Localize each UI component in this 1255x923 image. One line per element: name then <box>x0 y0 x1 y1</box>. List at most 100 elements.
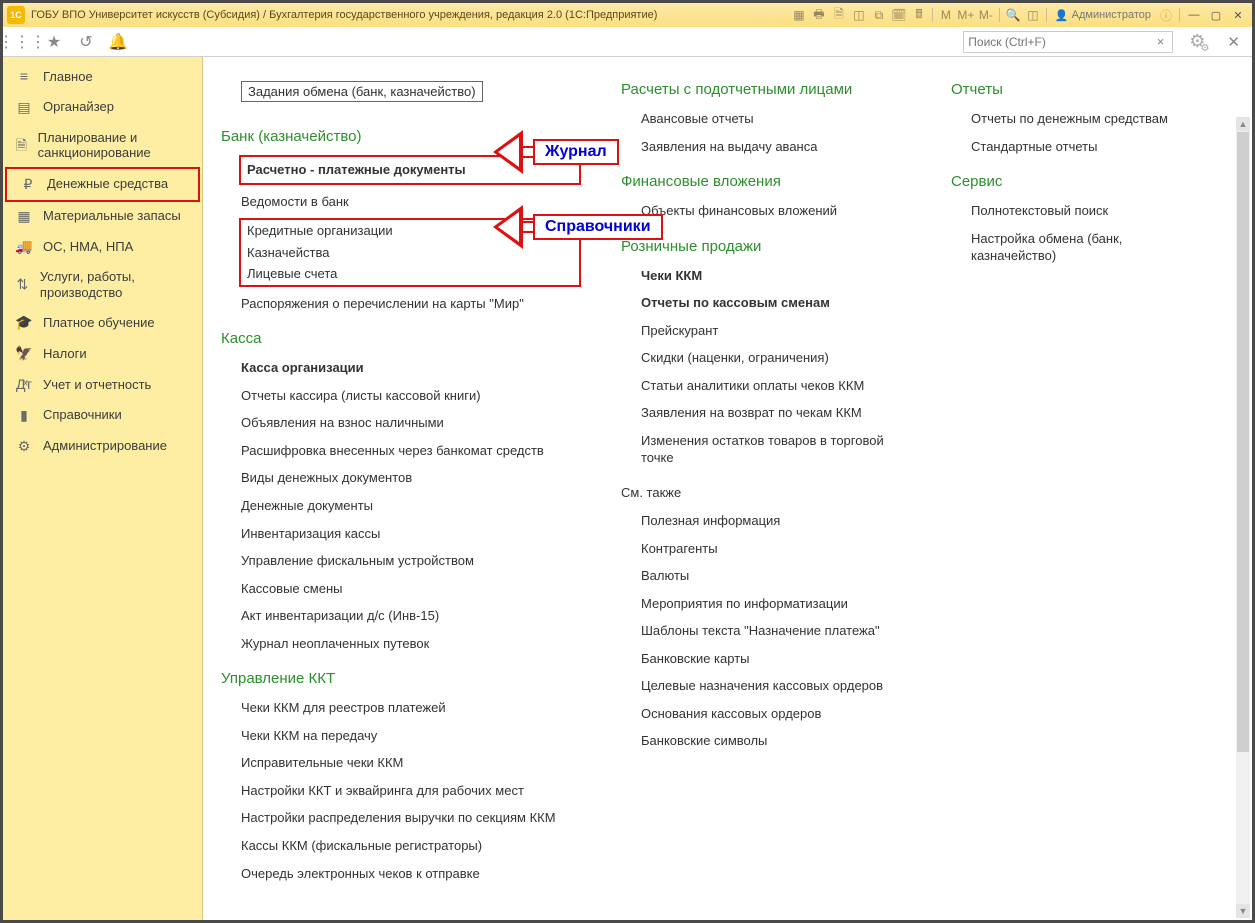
link-bank-statements[interactable]: Ведомости в банк <box>221 191 581 213</box>
zoom-icon[interactable]: 🔍 <box>1004 6 1022 24</box>
vertical-scrollbar[interactable]: ▲ ▼ <box>1236 117 1250 918</box>
link-fulltext-search[interactable]: Полнотекстовый поиск <box>951 200 1211 222</box>
link-money-doc-types[interactable]: Виды денежных документов <box>221 467 581 489</box>
sidebar-item-assets[interactable]: 🚚ОС, НМА, НПА <box>3 231 202 262</box>
link-shift-reports[interactable]: Отчеты по кассовым сменам <box>621 292 911 314</box>
doc-icon[interactable]: 🗎 <box>830 6 848 24</box>
sidebar-item-taxes[interactable]: 🦅Налоги <box>3 338 202 369</box>
section-accountable[interactable]: Расчеты с подотчетными лицами <box>621 81 911 98</box>
print-icon[interactable]: 🖶 <box>810 6 828 24</box>
user-label[interactable]: 👤Администратор <box>1051 9 1155 22</box>
search-clear-icon[interactable]: × <box>1153 34 1169 49</box>
history-icon[interactable]: ↺ <box>75 31 97 53</box>
sidebar-item-planning[interactable]: 🗎Планирование и санкционирование <box>3 123 202 168</box>
link-advance-reports[interactable]: Авансовые отчеты <box>621 108 911 130</box>
print-preview-icon[interactable]: ▦ <box>790 6 808 24</box>
sidebar-item-services[interactable]: ⇅Услуги, работы, производство <box>3 262 202 307</box>
settings-icon[interactable]: ⚙⚙ <box>1189 31 1205 52</box>
link-stock-changes[interactable]: Изменения остатков товаров в торговой то… <box>621 430 911 469</box>
link-useful-info[interactable]: Полезная информация <box>621 510 911 532</box>
link-exchange-tasks[interactable]: Задания обмена (банк, казначейство) <box>241 81 483 102</box>
link-echeck-queue[interactable]: Очередь электронных чеков к отправке <box>221 863 581 885</box>
link-kkm-correction[interactable]: Исправительные чеки ККМ <box>221 752 581 774</box>
search-input[interactable] <box>968 35 1152 49</box>
sidebar-item-accounting[interactable]: ДͯтУчет и отчетность <box>3 369 202 400</box>
link-payment-templates[interactable]: Шаблоны текста "Назначение платежа" <box>621 620 911 642</box>
scroll-down-icon[interactable]: ▼ <box>1236 904 1250 918</box>
memory-mplus-icon[interactable]: M+ <box>957 6 975 24</box>
link-bank-cards[interactable]: Банковские карты <box>621 648 911 670</box>
user-name: Администратор <box>1072 9 1151 21</box>
copy-icon[interactable]: ⧉ <box>870 6 888 24</box>
link-refund-requests[interactable]: Заявления на возврат по чекам ККМ <box>621 402 911 424</box>
link-it-events[interactable]: Мероприятия по информатизации <box>621 593 911 615</box>
link-cashier-reports[interactable]: Отчеты кассира (листы кассовой книги) <box>221 385 581 407</box>
link-bank-symbols[interactable]: Банковские символы <box>621 730 911 752</box>
link-treasuries[interactable]: Казначейства <box>245 242 575 264</box>
search-box[interactable]: × <box>963 31 1173 53</box>
section-service[interactable]: Сервис <box>951 173 1211 190</box>
sidebar-item-organizer[interactable]: ▤Органайзер <box>3 92 202 123</box>
link-unpaid-journal[interactable]: Журнал неоплаченных путевок <box>221 633 581 655</box>
scroll-track[interactable] <box>1236 753 1250 904</box>
link-fiscal-cashboxes[interactable]: Кассы ККМ (фискальные регистраторы) <box>221 835 581 857</box>
link-currencies[interactable]: Валюты <box>621 565 911 587</box>
link-cash-inventory[interactable]: Инвентаризация кассы <box>221 523 581 545</box>
link-credit-orgs[interactable]: Кредитные организации <box>245 220 575 242</box>
minimize-button[interactable]: — <box>1184 7 1204 23</box>
link-kkm-checks[interactable]: Чеки ККМ <box>621 265 911 287</box>
link-cash-order-purposes[interactable]: Целевые назначения кассовых ордеров <box>621 675 911 697</box>
link-revenue-settings[interactable]: Настройки распределения выручки по секци… <box>221 807 581 829</box>
link-discounts[interactable]: Скидки (наценки, ограничения) <box>621 347 911 369</box>
section-investments[interactable]: Финансовые вложения <box>621 173 911 190</box>
section-bank[interactable]: Банк (казначейство) <box>221 128 581 145</box>
panel-close-icon[interactable]: ✕ <box>1223 33 1244 51</box>
notifications-icon[interactable]: 🔔 <box>107 31 129 53</box>
link-cash-order-bases[interactable]: Основания кассовых ордеров <box>621 703 911 725</box>
link-kkm-registry[interactable]: Чеки ККМ для реестров платежей <box>221 697 581 719</box>
favorite-icon[interactable]: ★ <box>43 31 65 53</box>
sidebar-item-money[interactable]: ₽Денежные средства <box>5 167 200 202</box>
link-mir-cards[interactable]: Распоряжения о перечислении на карты "Ми… <box>221 293 581 315</box>
link-standard-reports[interactable]: Стандартные отчеты <box>951 136 1211 158</box>
link-exchange-settings[interactable]: Настройка обмена (банк, казначейство) <box>951 228 1211 267</box>
link-inv15[interactable]: Акт инвентаризации д/с (Инв-15) <box>221 605 581 627</box>
section-retail[interactable]: Розничные продажи <box>621 238 911 255</box>
section-reports[interactable]: Отчеты <box>951 81 1211 98</box>
sidebar-item-education[interactable]: 🎓Платное обучение <box>3 307 202 338</box>
link-kkt-settings[interactable]: Настройки ККТ и эквайринга для рабочих м… <box>221 780 581 802</box>
link-accounts[interactable]: Лицевые счета <box>245 263 575 285</box>
help-icon[interactable]: ⓘ <box>1157 6 1175 24</box>
close-window-button[interactable]: ✕ <box>1228 7 1248 23</box>
sidebar-item-references[interactable]: ▮Справочники <box>3 400 202 431</box>
link-advance-requests[interactable]: Заявления на выдачу аванса <box>621 136 911 158</box>
link-payment-docs[interactable]: Расчетно - платежные документы <box>245 159 575 181</box>
link-money-docs[interactable]: Денежные документы <box>221 495 581 517</box>
link-check-analytics[interactable]: Статьи аналитики оплаты чеков ККМ <box>621 375 911 397</box>
link-fiscal-device[interactable]: Управление фискальным устройством <box>221 550 581 572</box>
sidebar-item-main[interactable]: ≡Главное <box>3 61 202 92</box>
section-kkt[interactable]: Управление ККТ <box>221 670 581 687</box>
link-cash-shifts[interactable]: Кассовые смены <box>221 578 581 600</box>
section-kassa[interactable]: Касса <box>221 330 581 347</box>
memory-m-icon[interactable]: M <box>937 6 955 24</box>
link-kkm-transfer[interactable]: Чеки ККМ на передачу <box>221 725 581 747</box>
link-atm-deposit[interactable]: Расшифровка внесенных через банкомат сре… <box>221 440 581 462</box>
compare-icon[interactable]: ◫ <box>850 6 868 24</box>
calc-icon[interactable]: 🖩 <box>910 6 928 24</box>
link-counterparties[interactable]: Контрагенты <box>621 538 911 560</box>
apps-icon[interactable]: ⋮⋮⋮ <box>11 31 33 53</box>
sidebar-item-admin[interactable]: ⚙Администрирование <box>3 431 202 462</box>
link-org-cashbox[interactable]: Касса организации <box>221 357 581 379</box>
memory-mminus-icon[interactable]: M- <box>977 6 995 24</box>
calendar-icon[interactable]: 🗓 <box>890 6 908 24</box>
link-money-reports[interactable]: Отчеты по денежным средствам <box>951 108 1211 130</box>
link-cash-deposit[interactable]: Объявления на взнос наличными <box>221 412 581 434</box>
link-pricelist[interactable]: Прейскурант <box>621 320 911 342</box>
windows-icon[interactable]: ◫ <box>1024 6 1042 24</box>
scroll-up-icon[interactable]: ▲ <box>1236 117 1250 131</box>
sidebar-item-materials[interactable]: ▦Материальные запасы <box>3 201 202 232</box>
maximize-button[interactable]: ▢ <box>1206 7 1226 23</box>
link-investment-objects[interactable]: Объекты финансовых вложений <box>621 200 911 222</box>
scroll-thumb[interactable] <box>1237 132 1249 752</box>
